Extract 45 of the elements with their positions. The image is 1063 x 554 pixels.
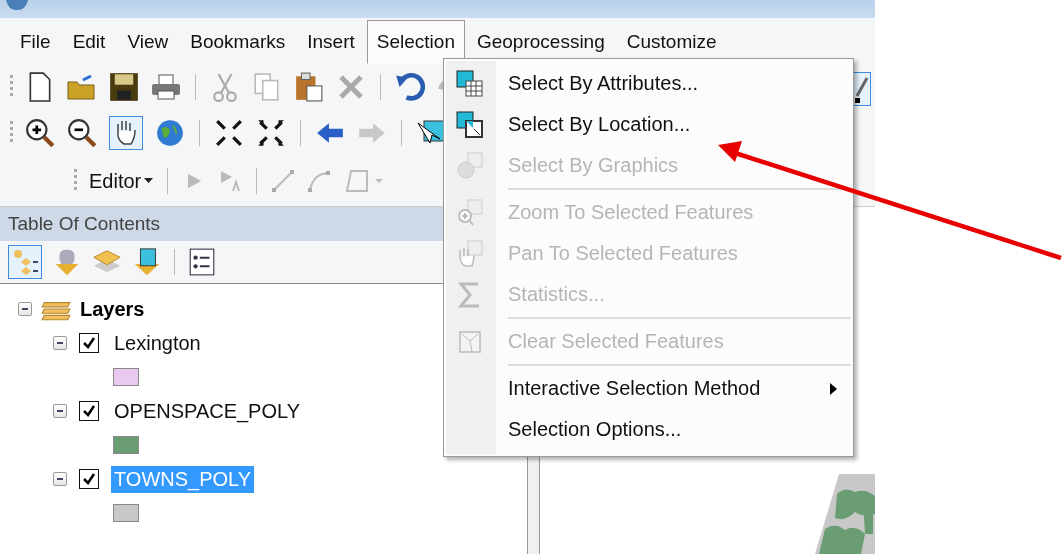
layer-checkbox[interactable] [79, 333, 99, 353]
hand-icon[interactable] [109, 116, 143, 150]
data-frame-label[interactable]: Layers [80, 297, 145, 321]
menu-item[interactable]: Edit [62, 22, 116, 62]
caret-icon [144, 178, 154, 184]
menu-item[interactable]: Select By Location... [444, 104, 853, 145]
folder-icon[interactable] [67, 72, 97, 102]
print-icon[interactable] [151, 72, 181, 102]
submenu-arrow-icon [830, 382, 837, 395]
map-select-icon [456, 110, 484, 139]
layer-name[interactable]: OPENSPACE_POLY [111, 397, 303, 425]
menu-item[interactable]: Selection [366, 20, 465, 64]
shapes-select-icon [456, 151, 484, 180]
zoom-in-icon[interactable] [25, 118, 55, 148]
hand-select-icon [456, 239, 484, 268]
menu-item[interactable]: Selection Options... [444, 409, 853, 450]
list-options-icon[interactable] [187, 247, 217, 277]
map-source-icon[interactable] [132, 247, 162, 277]
table-select-icon [456, 69, 484, 98]
zoom-out-icon[interactable] [67, 118, 97, 148]
zoom-select-icon [456, 198, 484, 227]
menu-item[interactable]: Bookmarks [180, 22, 296, 62]
menu-item[interactable]: View [117, 22, 179, 62]
fixed-zoom-out-icon[interactable] [256, 118, 286, 148]
menu-item[interactable]: Select By Attributes... [444, 63, 853, 104]
clear-select-icon [458, 329, 482, 354]
layer-name[interactable]: Lexington [111, 329, 204, 357]
menu-item[interactable]: Customize [616, 22, 727, 62]
sigma-icon [458, 281, 482, 308]
layer-checkbox[interactable] [79, 469, 99, 489]
collapse-toggle[interactable] [53, 336, 67, 350]
editor-menu-button[interactable]: Editor [89, 169, 154, 193]
collapse-toggle[interactable] [53, 472, 67, 486]
menu-item[interactable]: Insert [297, 22, 365, 62]
list-by-drawing-order-icon[interactable] [8, 245, 42, 279]
layer-checkbox[interactable] [79, 401, 99, 421]
save-icon[interactable] [109, 72, 139, 102]
menu-item[interactable]: Interactive Selection Method [444, 362, 853, 409]
paste-icon[interactable] [294, 72, 324, 102]
undo-icon[interactable] [395, 72, 425, 102]
collapse-toggle[interactable] [53, 404, 67, 418]
menu-item[interactable]: Geoprocessing [466, 22, 615, 62]
fixed-zoom-in-icon[interactable] [214, 118, 244, 148]
collapse-toggle[interactable] [18, 302, 32, 316]
menu-item[interactable]: File [10, 22, 61, 62]
